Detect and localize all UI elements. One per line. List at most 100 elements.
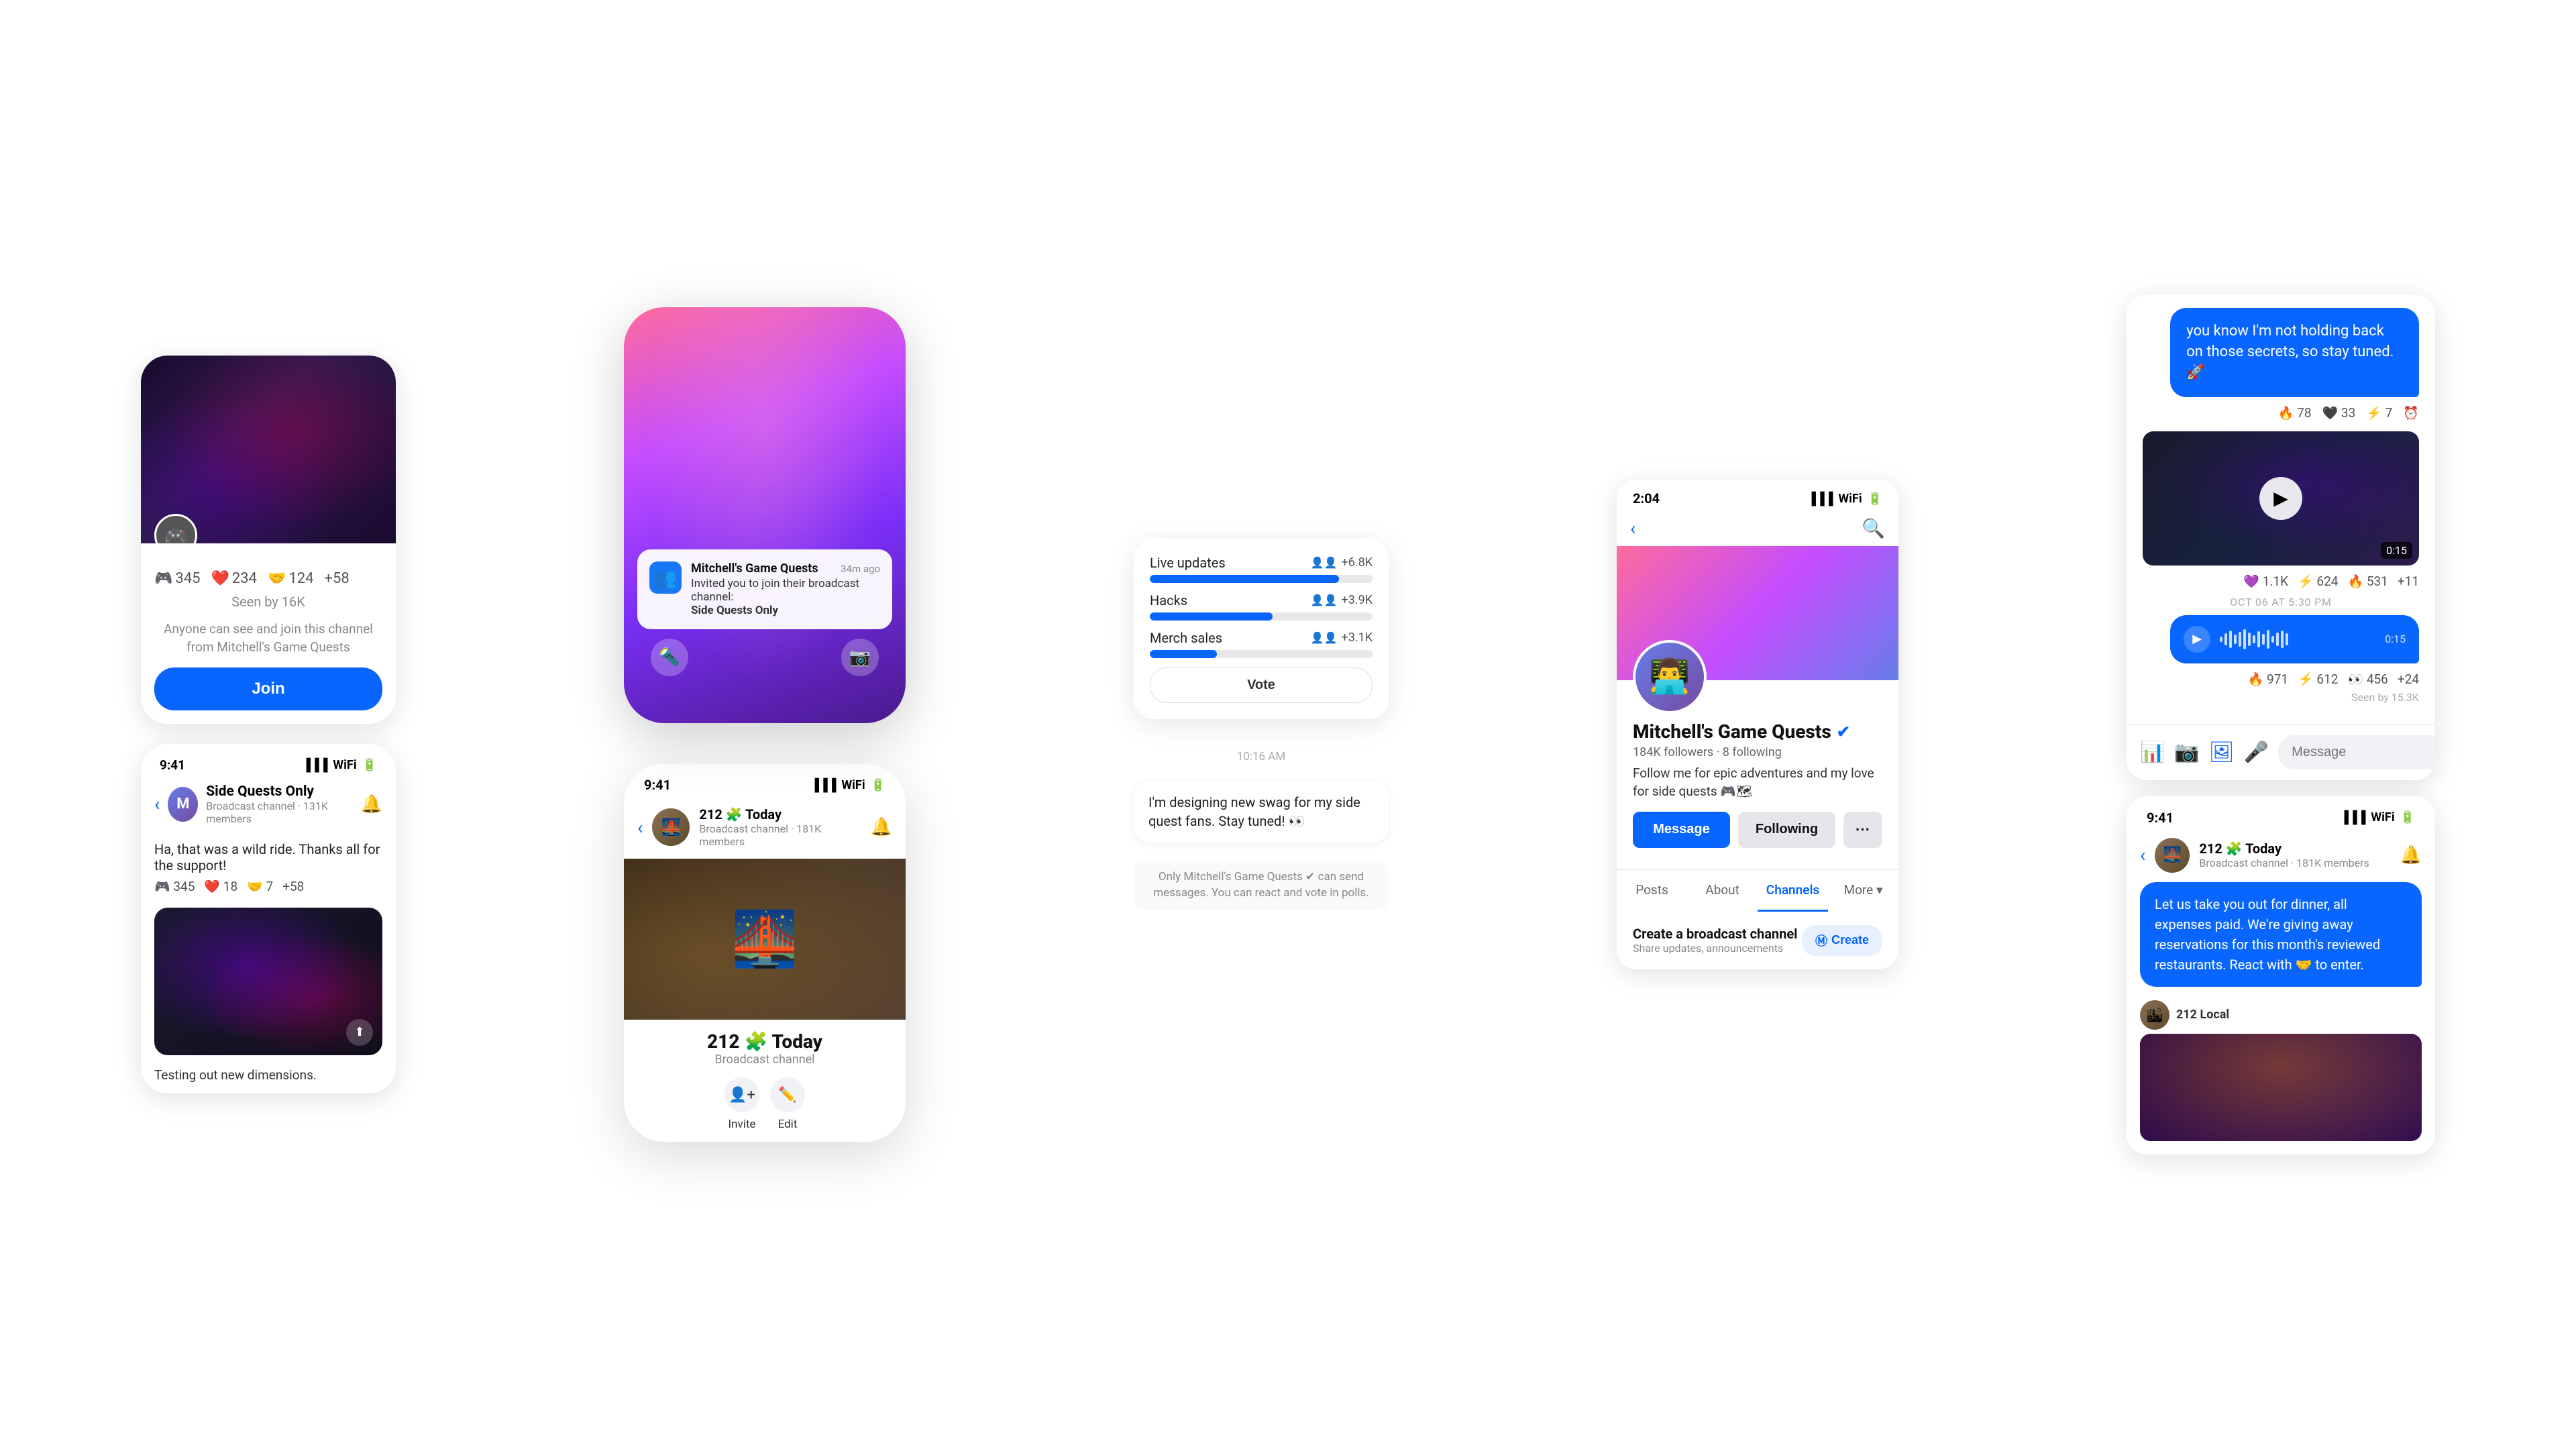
back-button[interactable]: ‹ <box>1630 517 1635 539</box>
poll-option-2: Hacks 👤👤 +3.9K <box>1150 592 1373 621</box>
create-broadcast-section: Create a broadcast channel Share updates… <box>1617 912 1898 969</box>
lock-screen-phone: 👥 Mitchell's Game Quests 34m ago Invited… <box>624 307 906 723</box>
reaction-game: 🎮 345 <box>154 570 201 587</box>
battery: 🔋 <box>871 778 885 792</box>
poll-count-2: 👤👤 +3.9K <box>1311 593 1373 607</box>
channel-top-header: ‹ 🌉 212 🧩 Today Broadcast channel · 181K… <box>624 800 906 859</box>
poll-count-3: 👤👤 +3.1K <box>1311 631 1373 645</box>
chat-channel-meta: Broadcast channel · 181K members <box>2199 857 2369 869</box>
notification-banner[interactable]: 👥 Mitchell's Game Quests 34m ago Invited… <box>637 549 892 629</box>
audio-play-button[interactable]: ▶ <box>2184 626 2210 653</box>
channel-info: Side Quests Only Broadcast channel · 131… <box>206 784 352 825</box>
lock-screen-bg: 👥 Mitchell's Game Quests 34m ago Invited… <box>624 307 906 723</box>
poll-bar-bg-3 <box>1150 650 1373 658</box>
wifi-icon: WiFi <box>333 758 356 772</box>
channel-name: Side Quests Only <box>206 784 352 800</box>
camera-icon[interactable]: 📷 <box>2174 741 2199 764</box>
status-icons: ▐▐▐ WiFi 🔋 <box>1807 492 1882 506</box>
poll-bar-bg-2 <box>1150 612 1373 621</box>
edit-icon: ✏️ <box>770 1077 805 1112</box>
reaction-bar: 🎮 345 ❤️ 234 🤝 124 +58 <box>154 570 382 587</box>
wave-bar <box>2224 633 2227 645</box>
verified-badge: ✔ <box>1837 722 1850 741</box>
share-icon[interactable]: ⬆ <box>346 1019 373 1046</box>
message-input[interactable] <box>2278 735 2435 769</box>
join-button[interactable]: Join <box>154 667 382 710</box>
channel-info: 212 🧩 Today Broadcast channel · 181K mem… <box>699 806 861 848</box>
back-button[interactable]: ‹ <box>154 793 160 815</box>
r-plus: +11 <box>2398 574 2419 589</box>
search-button[interactable]: 🔍 <box>1862 517 1885 539</box>
wave-bar <box>2286 633 2288 645</box>
r-fire-3: 🔥 971 <box>2248 672 2288 687</box>
create-broadcast-subtitle: Share updates, announcements <box>1633 942 1797 955</box>
video-thumbnail[interactable]: ▶ 0:15 <box>2143 431 2419 566</box>
profile-action-buttons: Message Following ··· <box>1633 812 1882 848</box>
poll-option-label-1: Live updates 👤👤 +6.8K <box>1150 555 1373 571</box>
tab-about[interactable]: About <box>1687 870 1758 912</box>
back-nav-icon[interactable]: ‹ <box>637 816 643 839</box>
channel-big-title: 212 🧩 Today <box>637 1030 892 1053</box>
panel1-content: 🎮 345 ❤️ 234 🤝 124 +58 Seen by 16K Anyon… <box>141 543 396 723</box>
wave-bar <box>2243 629 2246 649</box>
profile-nav: ‹ 🔍 <box>1617 512 1898 546</box>
reaction-handshake: 🤝 124 <box>268 570 314 587</box>
camera-icon[interactable]: 📷 <box>841 639 879 676</box>
chat-image-preview <box>2140 1034 2422 1141</box>
message-text: I'm designing new swag for my side quest… <box>1148 793 1374 830</box>
poll-bar-fill-1 <box>1150 575 1339 583</box>
chat-status-bar: 9:41 ▐▐▐ WiFi 🔋 <box>2127 796 2435 833</box>
message-area: you know I'm not holding back on those s… <box>2127 294 2435 723</box>
r-fire: 🔥 78 <box>2278 405 2312 421</box>
channel-meta: Broadcast channel · 181K members <box>699 822 861 848</box>
tab-channels[interactable]: Channels <box>1758 870 1828 912</box>
microphone-icon[interactable]: 🎤 <box>2244 741 2269 764</box>
r-bolt-2: ⚡ 624 <box>2298 574 2338 589</box>
notification-bell[interactable]: 🔔 <box>361 794 382 814</box>
battery-icon: 🔋 <box>1868 492 1882 506</box>
profile-avatar-wrap: 👨‍💻 <box>1633 640 1707 714</box>
channel-meta: Broadcast channel · 131K members <box>206 800 352 825</box>
chat-bell-icon[interactable]: 🔔 <box>2400 845 2422 865</box>
profile-time: 2:04 <box>1633 490 1660 506</box>
notification-content: Mitchell's Game Quests 34m ago Invited y… <box>691 561 880 617</box>
tab-more[interactable]: More ▾ <box>1828 870 1898 912</box>
image-icon[interactable]: 🖼 <box>2209 741 2235 764</box>
r-eyes: 👀 456 <box>2347 672 2387 687</box>
video-duration: 0:15 <box>2381 542 2412 559</box>
wave-bar <box>2257 631 2260 647</box>
play-button[interactable]: ▶ <box>2259 477 2302 520</box>
channel-name: 212 🧩 Today <box>699 806 861 822</box>
chart-icon[interactable]: 📊 <box>2140 741 2165 764</box>
tab-posts[interactable]: Posts <box>1617 870 1687 912</box>
bell-icon[interactable]: 🔔 <box>871 817 892 837</box>
channel-avatar: M <box>168 787 198 822</box>
join-notice: Anyone can see and join this channel fro… <box>154 621 382 656</box>
more-button[interactable]: ··· <box>1843 812 1882 848</box>
following-button[interactable]: Following <box>1738 812 1835 848</box>
chat-back-button[interactable]: ‹ <box>2140 844 2145 866</box>
poll-option-label-2: Hacks 👤👤 +3.9K <box>1150 592 1373 608</box>
invite-action[interactable]: 👤+ Invite <box>724 1077 759 1131</box>
edit-action[interactable]: ✏️ Edit <box>770 1077 805 1131</box>
time-display: 9:41 <box>160 757 185 773</box>
audio-duration: 0:15 <box>2385 633 2406 645</box>
phone-status: 9:41 ▐▐▐ WiFi 🔋 <box>624 763 906 800</box>
poll-option-3: Merch sales 👤👤 +3.1K <box>1150 630 1373 658</box>
wave-bar <box>2281 631 2284 648</box>
profile-bio: Follow me for epic adventures and my lov… <box>1633 765 1882 800</box>
create-broadcast-button[interactable]: Ⓜ Create <box>1802 925 1882 956</box>
channel-send-notice: Only Mitchell's Game Quests ✔ can send m… <box>1134 860 1389 911</box>
wifi: WiFi <box>841 778 865 792</box>
profile-card: 2:04 ▐▐▐ WiFi 🔋 ‹ 🔍 👨‍💻 <box>1617 480 1898 969</box>
signal: ▐▐▐ <box>810 778 836 792</box>
camera-controls: 🔦 📷 <box>624 639 906 676</box>
meta-icon: Ⓜ <box>1815 932 1827 949</box>
profile-avatar: 👨‍💻 <box>1633 640 1707 714</box>
message-button[interactable]: Message <box>1633 812 1730 848</box>
flashlight-icon[interactable]: 🔦 <box>651 639 688 676</box>
create-broadcast-text: Create a broadcast channel Share updates… <box>1633 926 1797 955</box>
vote-button[interactable]: Vote <box>1150 667 1373 703</box>
invite-icon: 👤+ <box>724 1077 759 1112</box>
notification-sender: Mitchell's Game Quests <box>691 561 818 576</box>
